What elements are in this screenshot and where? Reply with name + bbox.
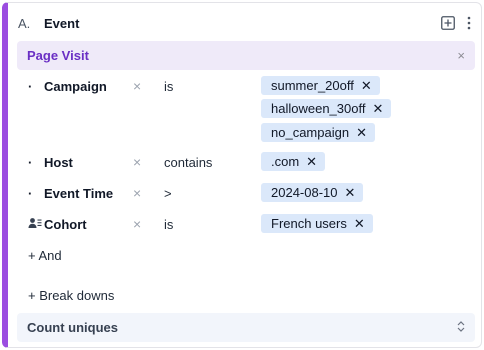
filter-value-chip: .com ✕ xyxy=(261,152,326,171)
event-header: A. Event xyxy=(18,13,471,33)
remove-filter-button[interactable]: × xyxy=(133,78,141,94)
chip-label: halloween_30off xyxy=(271,101,366,116)
chip-label: summer_20off xyxy=(271,78,354,93)
remove-filter-button[interactable]: × xyxy=(133,154,141,170)
cohort-icon xyxy=(28,217,44,232)
remove-filter-button[interactable]: × xyxy=(133,216,141,232)
chip-remove-icon[interactable]: ✕ xyxy=(356,125,367,141)
filter-value-chip: no_campaign ✕ xyxy=(261,123,375,142)
chip-remove-icon[interactable]: ✕ xyxy=(372,101,383,117)
filter-row-event-time: · Event Time xyxy=(28,183,113,203)
filter-property[interactable]: Event Time xyxy=(44,186,113,201)
add-breakdown-button[interactable]: + Break downs xyxy=(28,288,114,303)
event-panel: A. Event Page Visit × · Campaign × is su… xyxy=(2,2,482,348)
bullet-icon: · xyxy=(28,78,33,94)
filter-value-chip: halloween_30off ✕ xyxy=(261,99,392,118)
count-mode-select[interactable]: Count uniques xyxy=(17,313,475,342)
filter-row-campaign: · Campaign xyxy=(28,76,107,96)
chip-label: no_campaign xyxy=(271,125,350,140)
remove-filter-button[interactable]: × xyxy=(133,185,141,201)
chevron-up-down-icon xyxy=(457,320,465,335)
filter-value-chip: French users ✕ xyxy=(261,214,373,233)
filter-operator[interactable]: contains xyxy=(164,155,212,170)
filter-operator[interactable]: is xyxy=(164,217,173,232)
filter-operator[interactable]: > xyxy=(164,186,172,201)
filter-value-chip: summer_20off ✕ xyxy=(261,76,380,95)
chip-label: 2024-08-10 xyxy=(271,185,338,200)
bullet-icon: · xyxy=(28,154,33,170)
filter-property[interactable]: Host xyxy=(44,155,73,170)
event-name-label: Page Visit xyxy=(27,48,89,63)
more-vertical-icon[interactable] xyxy=(467,16,471,30)
event-letter: A. xyxy=(18,15,31,31)
chip-label: French users xyxy=(271,216,347,231)
chip-remove-icon[interactable]: ✕ xyxy=(345,185,356,201)
close-icon[interactable]: × xyxy=(457,48,465,63)
filter-operator[interactable]: is xyxy=(164,79,173,94)
filter-property[interactable]: Campaign xyxy=(44,79,107,94)
chip-remove-icon[interactable]: ✕ xyxy=(361,78,372,94)
chip-remove-icon[interactable]: ✕ xyxy=(306,154,317,170)
filter-row-host: · Host xyxy=(28,152,73,172)
bullet-icon: · xyxy=(28,185,33,201)
filter-property[interactable]: Cohort xyxy=(44,217,87,232)
chip-remove-icon[interactable]: ✕ xyxy=(354,216,365,232)
filter-row-cohort: Cohort xyxy=(28,214,87,234)
chip-label: .com xyxy=(271,154,300,169)
event-header-actions xyxy=(441,16,471,30)
add-and-button[interactable]: + And xyxy=(28,248,62,263)
plus-square-icon[interactable] xyxy=(441,16,455,30)
filter-value-chip: 2024-08-10 ✕ xyxy=(261,183,364,202)
event-title: Event xyxy=(44,15,80,31)
count-mode-label: Count uniques xyxy=(27,320,118,335)
event-name-selector[interactable]: Page Visit × xyxy=(17,41,475,70)
